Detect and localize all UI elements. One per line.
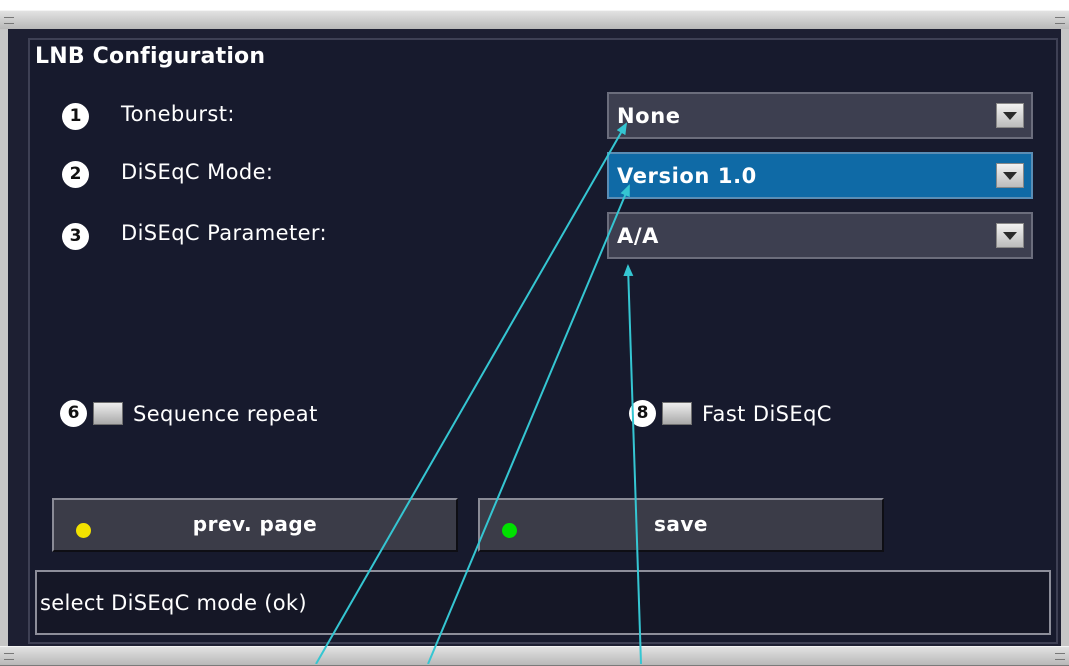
window-grip-left-icon [4, 17, 14, 24]
toneburst-select[interactable]: None [607, 92, 1033, 139]
window-grip-right-icon [1055, 653, 1065, 660]
diseqc-parameter-select[interactable]: A/A [607, 212, 1033, 259]
diseqc-mode-label: DiSEqC Mode: [121, 160, 274, 184]
chevron-down-icon[interactable] [996, 163, 1024, 188]
diseqc-parameter-value: A/A [617, 223, 659, 248]
number-8-icon: 8 [629, 400, 656, 427]
save-label: save [653, 512, 708, 536]
number-2-icon: 2 [62, 161, 89, 188]
window-top-bar [0, 10, 1069, 30]
sequence-repeat-option[interactable]: 6 Sequence repeat [60, 400, 318, 427]
fast-diseqc-label: Fast DiSEqC [702, 401, 832, 426]
number-3-icon: 3 [62, 223, 89, 250]
chevron-down-icon[interactable] [996, 223, 1024, 248]
diseqc-mode-value: Version 1.0 [617, 163, 757, 188]
number-1-icon: 1 [62, 103, 89, 130]
fast-diseqc-checkbox[interactable] [662, 402, 692, 425]
status-bar: select DiSEqC mode (ok) [35, 570, 1051, 635]
toneburst-value: None [617, 103, 681, 128]
chevron-down-icon[interactable] [996, 103, 1024, 128]
toneburst-label: Toneburst: [121, 102, 235, 126]
number-6-icon: 6 [60, 400, 87, 427]
save-button[interactable]: save [478, 498, 884, 552]
status-text: select DiSEqC mode (ok) [40, 591, 307, 615]
page-title: LNB Configuration [35, 44, 266, 69]
sequence-repeat-checkbox[interactable] [93, 402, 123, 425]
prev-page-label: prev. page [192, 512, 318, 536]
sequence-repeat-label: Sequence repeat [133, 401, 318, 426]
prev-page-button[interactable]: prev. page [52, 498, 458, 552]
window-bottom-bar [0, 646, 1069, 666]
window-grip-right-icon [1055, 17, 1065, 24]
diseqc-parameter-label: DiSEqC Parameter: [121, 221, 328, 245]
window-grip-left-icon [4, 653, 14, 660]
diseqc-mode-select[interactable]: Version 1.0 [607, 152, 1033, 199]
fast-diseqc-option[interactable]: 8 Fast DiSEqC [629, 400, 832, 427]
